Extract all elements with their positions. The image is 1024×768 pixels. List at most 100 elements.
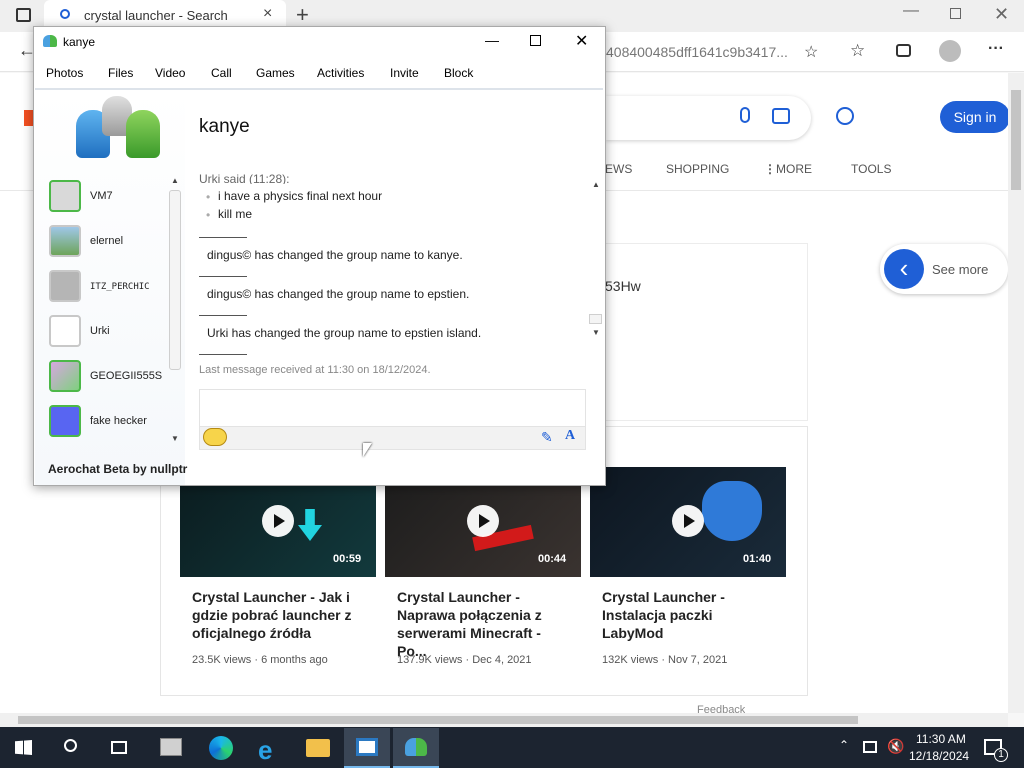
menu-block[interactable]: Block <box>444 66 473 80</box>
search-taskbar-icon[interactable] <box>64 739 77 752</box>
menu-games[interactable]: Games <box>256 66 295 80</box>
taskbar-app-aerochat[interactable] <box>393 728 439 768</box>
divider <box>199 237 247 238</box>
chevron-up-icon[interactable]: ⌃ <box>839 738 849 752</box>
computer-icon <box>160 738 182 756</box>
message-bullet-icon: • <box>206 208 211 222</box>
contacts-scroll-down-icon[interactable]: ▼ <box>171 434 179 443</box>
nav-tab-shopping[interactable]: SHOPPING <box>666 162 729 176</box>
nav-tab-tools[interactable]: TOOLS <box>851 162 891 176</box>
clock-time[interactable]: 11:30 AM <box>916 732 966 746</box>
favorites-icon[interactable]: ☆ <box>850 41 865 61</box>
divider <box>199 276 247 277</box>
mouse-cursor-icon <box>363 443 372 457</box>
avatar[interactable] <box>49 315 81 347</box>
nav-tab-news[interactable]: EWS <box>605 162 632 176</box>
download-arrow-icon <box>298 509 322 541</box>
avatar[interactable] <box>49 360 81 392</box>
visual-search-icon[interactable] <box>772 108 790 124</box>
pen-icon[interactable]: ✎ <box>541 429 553 446</box>
taskbar-app-active[interactable] <box>344 728 390 768</box>
close-tab-icon[interactable]: × <box>263 5 272 23</box>
taskbar-app-ie[interactable]: e <box>246 728 292 768</box>
feedback-link[interactable]: Feedback <box>697 704 745 713</box>
menu-files[interactable]: Files <box>108 66 133 80</box>
minimize-icon[interactable]: — <box>485 32 499 48</box>
restore-browser-icon[interactable] <box>950 8 961 19</box>
message-bullet-icon: • <box>206 190 211 204</box>
play-icon[interactable] <box>262 505 294 537</box>
more-menu-icon[interactable]: ⋮ <box>764 162 776 176</box>
taskbar-app-vm[interactable] <box>148 728 194 768</box>
microphone-icon[interactable] <box>740 107 750 123</box>
avatar[interactable] <box>49 405 81 437</box>
contact-name[interactable]: Urki <box>90 325 110 337</box>
video-title[interactable]: Crystal Launcher - Instalacja paczki Lab… <box>602 588 772 642</box>
contact-name[interactable]: ITZ_PERCHIC <box>90 282 150 292</box>
minimize-browser-icon[interactable]: — <box>903 2 919 20</box>
conversation-title: kanye <box>199 116 250 137</box>
menu-activities[interactable]: Activities <box>317 66 364 80</box>
contact-name[interactable]: VM7 <box>90 190 113 202</box>
video-duration: 01:40 <box>743 553 772 565</box>
video-thumbnail[interactable]: 01:40 <box>590 467 786 577</box>
settings-more-icon[interactable]: ··· <box>988 40 1004 58</box>
collections-icon[interactable] <box>896 44 911 57</box>
horizontal-scroll-thumb[interactable] <box>18 716 858 724</box>
profile-avatar[interactable] <box>939 40 961 62</box>
taskbar-app-explorer[interactable] <box>295 728 341 768</box>
emoji-icon[interactable] <box>203 428 227 446</box>
video-views: 132K views <box>602 654 659 666</box>
play-icon[interactable] <box>467 505 499 537</box>
chevron-left-icon[interactable]: ‹ <box>884 249 924 289</box>
add-favorite-icon[interactable]: ☆ <box>804 42 818 62</box>
new-tab-icon[interactable]: + <box>296 2 309 28</box>
contacts-scroll-up-icon[interactable]: ▲ <box>171 176 179 185</box>
tab-actions-icon[interactable] <box>16 8 31 22</box>
messages-scroll-up-icon[interactable]: ▲ <box>592 180 600 189</box>
maximize-icon[interactable] <box>530 35 541 46</box>
see-more-label[interactable]: See more <box>932 262 988 277</box>
clock-date[interactable]: 12/18/2024 <box>909 749 969 763</box>
network-icon[interactable] <box>863 741 877 753</box>
taskbar-app-edge[interactable] <box>197 728 243 768</box>
person-green-icon <box>126 110 160 158</box>
message-line: i have a physics final next hour <box>218 189 383 203</box>
video-meta: 132K views · Nov 7, 2021 <box>602 654 728 666</box>
contact-name[interactable]: elernel <box>90 235 123 247</box>
avatar[interactable] <box>49 270 81 302</box>
close-icon[interactable]: ✕ <box>575 31 588 51</box>
contacts-scroll-thumb[interactable] <box>169 190 181 370</box>
messages-scroll-down-icon[interactable]: ▼ <box>592 328 600 337</box>
aerochat-app-icon <box>43 35 57 47</box>
messages-scroll-thumb[interactable] <box>589 314 602 324</box>
copilot-search-icon[interactable] <box>836 107 854 125</box>
avatar[interactable] <box>49 225 81 257</box>
video-title[interactable]: Crystal Launcher - Jak i gdzie pobrać la… <box>192 588 362 642</box>
input-toolbar <box>199 426 586 450</box>
menu-call[interactable]: Call <box>211 66 232 80</box>
menu-photos[interactable]: Photos <box>46 66 83 80</box>
result-card <box>590 243 808 421</box>
menu-video[interactable]: Video <box>155 66 185 80</box>
message-input[interactable] <box>199 389 586 429</box>
close-browser-icon[interactable]: ✕ <box>994 4 1009 25</box>
edge-icon <box>209 736 233 760</box>
nav-tab-more[interactable]: MORE <box>776 162 812 176</box>
volume-muted-icon[interactable]: 🔇 <box>887 738 904 755</box>
task-view-icon[interactable] <box>111 741 127 754</box>
contact-name[interactable]: GEOEGII555S <box>90 370 162 382</box>
video-title[interactable]: Crystal Launcher - Naprawa połączenia z … <box>397 588 567 660</box>
font-icon[interactable]: A <box>565 428 575 444</box>
video-duration: 00:59 <box>333 553 362 565</box>
vertical-scroll-thumb[interactable] <box>1011 90 1021 190</box>
menu-invite[interactable]: Invite <box>390 66 419 80</box>
start-windows-icon[interactable] <box>15 740 32 755</box>
address-text[interactable]: 408400485dff1641c9b3417... <box>606 44 788 60</box>
search-icon <box>60 9 70 19</box>
contact-name[interactable]: fake hecker <box>90 415 147 427</box>
notification-count-badge: 1 <box>994 748 1008 762</box>
avatar[interactable] <box>49 180 81 212</box>
sign-in-button[interactable]: Sign in <box>940 101 1010 133</box>
play-icon[interactable] <box>672 505 704 537</box>
